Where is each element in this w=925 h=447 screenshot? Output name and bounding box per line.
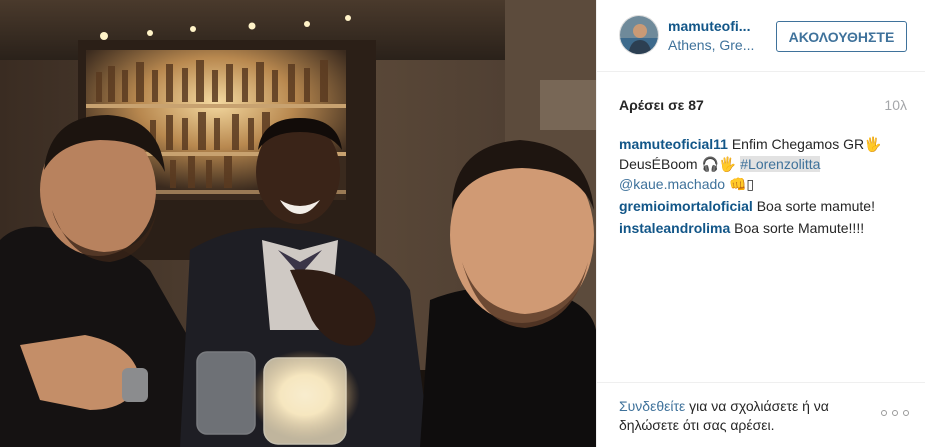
caption-comment: mamuteoficial11 Enfim Chegamos GR🖐 DeusÉ… [619,134,909,194]
follow-button[interactable]: ΑΚΟΛΟΥΘΗΣΤΕ [776,21,907,52]
username-link[interactable]: mamuteofi... [668,18,768,34]
comment-author[interactable]: instaleandrolima [619,220,730,236]
comment-trailing-emoji: 👊▯ [728,176,755,192]
post-side-panel: mamuteofi... Athens, Gre... ΑΚΟΛΟΥΘΗΣΤΕ … [596,0,925,447]
avatar[interactable] [619,15,659,55]
comment-author[interactable]: gremioimortaloficial [619,198,753,214]
list-item: instaleandrolima Boa sorte Mamute!!!! [619,218,909,238]
post-photo[interactable] [0,0,596,447]
post-footer: Συνδεθείτε για να σχολιάσετε ή να δηλώσε… [597,382,925,447]
comment-text: Boa sorte mamute! [756,198,875,214]
selfie-photo-image [0,0,596,447]
ellipsis-icon[interactable] [881,405,909,421]
post-header: mamuteofi... Athens, Gre... ΑΚΟΛΟΥΘΗΣΤΕ [597,0,925,72]
login-prompt: Συνδεθείτε για να σχολιάσετε ή να δηλώσε… [619,397,859,435]
list-item: gremioimortaloficial Boa sorte mamute! [619,196,909,216]
comment-text: Boa sorte Mamute!!!! [734,220,865,236]
likes-row: Αρέσει σε 87 10λ [619,97,907,115]
hashtag-link[interactable]: #Lorenzolitta [740,156,821,172]
location-link[interactable]: Athens, Gre... [668,37,768,53]
login-link[interactable]: Συνδεθείτε [619,398,685,414]
mention-link[interactable]: @kaue.machado [619,176,725,192]
likes-count[interactable]: Αρέσει σε 87 [619,97,704,113]
comments-list: mamuteoficial11 Enfim Chegamos GR🖐 DeusÉ… [619,134,909,240]
post-time[interactable]: 10λ [884,97,907,113]
comment-author[interactable]: mamuteoficial11 [619,136,728,152]
